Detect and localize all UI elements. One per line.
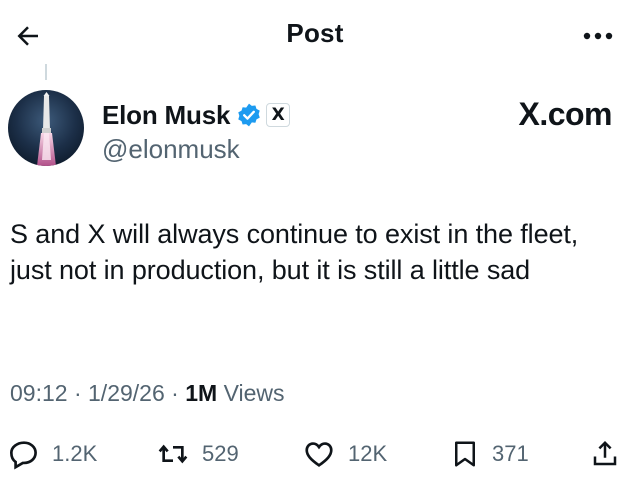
meta-separator: ·	[171, 380, 179, 406]
repost-button[interactable]: 529	[156, 432, 239, 476]
repost-icon	[156, 438, 190, 470]
views-count: 1M	[185, 380, 218, 406]
meta-separator: ·	[73, 380, 82, 406]
bookmark-icon	[450, 437, 480, 471]
views-label: Views	[223, 380, 285, 406]
share-button[interactable]	[590, 432, 620, 476]
avatar-rocket-image	[8, 90, 84, 166]
heart-icon	[302, 438, 336, 470]
more-horizontal-icon	[583, 32, 613, 40]
author-display-name[interactable]: Elon Musk	[102, 100, 230, 131]
like-button[interactable]: 12K	[302, 432, 387, 476]
post-text: S and X will always continue to exist in…	[10, 219, 579, 285]
top-bar: Post	[0, 0, 630, 70]
bookmark-button[interactable]: 371	[450, 432, 529, 476]
post-meta: 09:12 · 1/29/26 · 1M Views	[10, 380, 285, 407]
avatar[interactable]	[8, 90, 84, 166]
post-date[interactable]: 1/29/26	[88, 380, 165, 406]
more-options-button[interactable]	[576, 16, 620, 56]
reply-icon	[8, 438, 40, 470]
post-time[interactable]: 09:12	[10, 380, 68, 406]
thread-connector-line	[45, 64, 47, 80]
reply-count: 1.2K	[52, 441, 98, 466]
verified-badge-icon[interactable]	[236, 102, 262, 128]
like-count: 12K	[348, 441, 388, 466]
affiliation-badge[interactable]: X	[266, 103, 291, 127]
author-handle[interactable]: @elonmusk	[102, 134, 240, 165]
action-bar: 1.2K 529 12K 371	[0, 432, 630, 476]
author-name-row: Elon Musk X	[102, 98, 291, 132]
share-icon	[590, 438, 620, 470]
page-title: Post	[286, 18, 344, 48]
bookmark-count: 371	[492, 441, 529, 466]
site-watermark: X.com	[518, 96, 612, 132]
repost-count: 529	[202, 441, 239, 466]
reply-button[interactable]: 1.2K	[8, 432, 97, 476]
